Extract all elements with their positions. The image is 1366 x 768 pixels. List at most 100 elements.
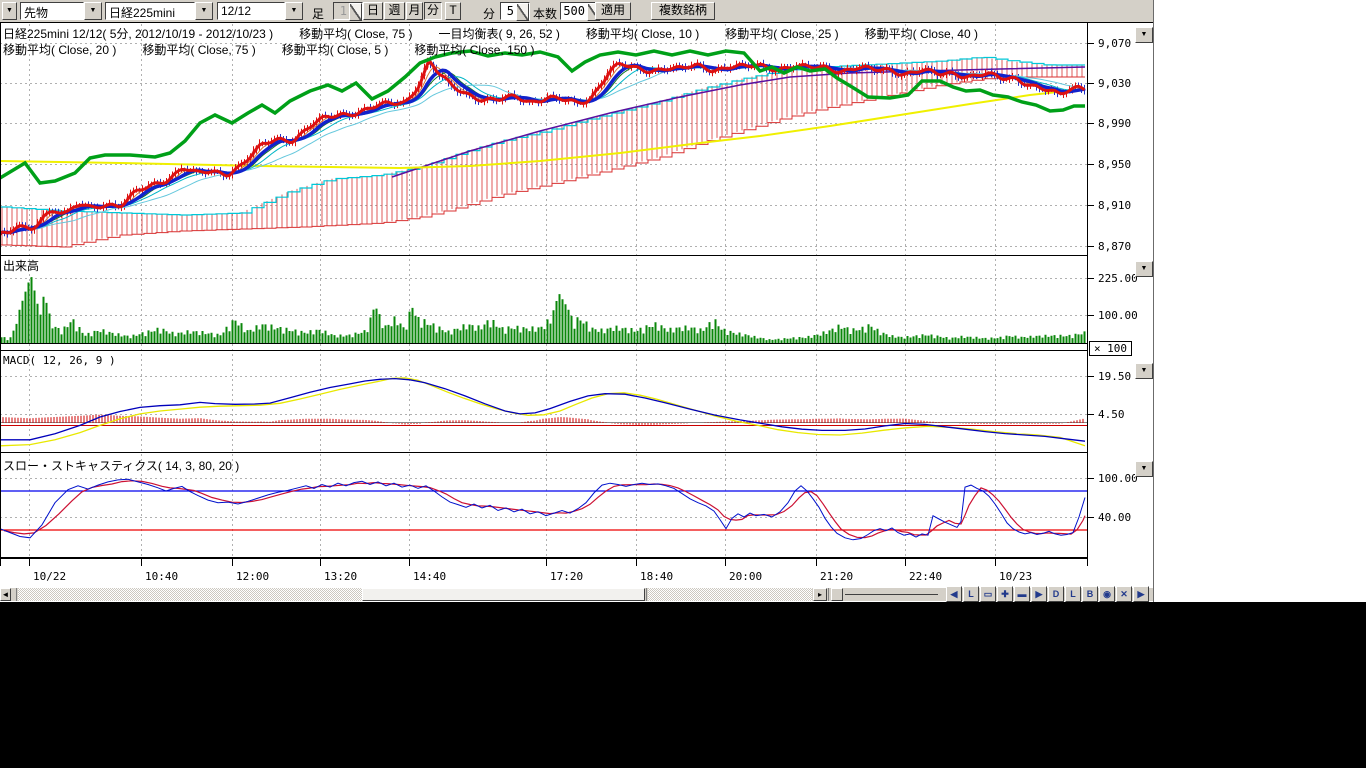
minutes-value: 5: [501, 3, 516, 19]
y-axis-label: 40.00: [1098, 511, 1131, 524]
legend-item: 日経225mini 12/12( 5分, 2012/10/19 - 2012/1…: [3, 25, 273, 42]
indicator-legend-row2: 移動平均( Close, 20 ) 移動平均( Close, 75 ) 移動平均( …: [3, 41, 534, 58]
chevron-down-icon[interactable]: ▼: [195, 2, 213, 20]
chart-tool-button[interactable]: ▭: [980, 586, 996, 602]
zoom-slider-handle[interactable]: [831, 588, 843, 601]
market-select-value: 先物: [20, 2, 84, 20]
divider: [16, 588, 17, 601]
chart-tool-button[interactable]: ▶: [1133, 586, 1149, 602]
bar-count-label: 本数: [533, 2, 557, 20]
spinner-icon[interactable]: [349, 3, 362, 21]
scrollbar-thumb[interactable]: [362, 588, 645, 601]
scroll-right-button[interactable]: ▸: [813, 588, 827, 601]
scrollbar-track-left[interactable]: [18, 588, 362, 601]
x-axis-label: 18:40: [640, 570, 673, 583]
apply-button[interactable]: 適用: [595, 2, 631, 20]
x-axis-label: 10/23: [999, 570, 1032, 583]
toolbar-menu-button[interactable]: ▼: [2, 2, 17, 20]
divider: [828, 588, 829, 601]
pane-collapse-button[interactable]: ▼: [1135, 261, 1153, 277]
y-axis-label: 225.00: [1098, 272, 1138, 285]
legend-item: 移動平均( Close, 75 ): [299, 25, 412, 42]
period-button-分[interactable]: 分: [424, 2, 442, 20]
minutes-stepper[interactable]: 5: [500, 2, 530, 20]
legend-item: 移動平均( Close, 75 ): [142, 41, 255, 58]
legend-item: 移動平均( Close, 10 ): [586, 25, 699, 42]
legend-item: 移動平均( Close, 25 ): [725, 25, 838, 42]
chevron-down-icon[interactable]: ▼: [285, 2, 303, 20]
x-axis-label: 20:00: [729, 570, 762, 583]
bar-interval-value: 1: [334, 3, 349, 19]
spinner-icon[interactable]: [516, 3, 529, 21]
bar-interval-label: 足: [312, 2, 324, 20]
market-select[interactable]: 先物 ▼: [20, 2, 102, 20]
period-button-T[interactable]: T: [445, 2, 461, 20]
chart-tool-button[interactable]: L: [963, 586, 979, 602]
scroll-left-button[interactable]: ◄: [0, 588, 11, 601]
volume-multiplier-badge: × 100: [1089, 341, 1132, 356]
bar-count-value: 500: [561, 3, 587, 19]
y-axis-label: 100.00: [1098, 472, 1138, 485]
chart-tool-button[interactable]: ✚: [997, 586, 1013, 602]
toolbar: ▼ 先物 ▼ 日経225mini ▼ 12/12 ▼ 足 1 日週月分T 分 5…: [0, 0, 1153, 23]
bottom-scrollbar-strip: ◄ ▸ ◀L▭✚▬▶DLB◉✕▶: [0, 588, 1153, 601]
x-axis-label: 10:40: [145, 570, 178, 583]
legend-item: 移動平均( Close, 40 ): [865, 25, 978, 42]
y-axis-label: 8,870: [1098, 240, 1131, 253]
desktop-background: [1154, 0, 1366, 602]
period-button-週[interactable]: 週: [384, 2, 405, 20]
y-axis-label: 9,070: [1098, 37, 1131, 50]
zoom-slider-groove[interactable]: [845, 594, 938, 595]
y-axis-label: 19.50: [1098, 370, 1131, 383]
y-axis-label: 8,910: [1098, 199, 1131, 212]
pane-collapse-button[interactable]: ▼: [1135, 363, 1153, 379]
y-axis-label: 9,030: [1098, 77, 1131, 90]
legend-item: 移動平均( Close, 5 ): [282, 41, 389, 58]
minutes-label: 分: [483, 2, 495, 20]
x-axis-label: 10/22: [33, 570, 66, 583]
chart-tool-button[interactable]: B: [1082, 586, 1098, 602]
legend-item: 移動平均( Close, 150 ): [414, 41, 534, 58]
chart-tool-button-row: ◀L▭✚▬▶DLB◉✕▶: [946, 586, 1150, 602]
symbol-select[interactable]: 日経225mini ▼: [105, 2, 213, 20]
chart-area: 9,070 9,030 8,990 8,950 8,910 8,870 225.00 100.…: [0, 23, 1153, 602]
indicator-legend-row1: 日経225mini 12/12( 5分, 2012/10/19 - 2012/1…: [3, 25, 978, 42]
chart-application-window: ▼ 先物 ▼ 日経225mini ▼ 12/12 ▼ 足 1 日週月分T 分 5…: [0, 0, 1154, 602]
chevron-down-icon[interactable]: ▼: [84, 2, 102, 20]
pane-collapse-button[interactable]: ▼: [1135, 27, 1153, 43]
chart-tool-button[interactable]: ◀: [946, 586, 962, 602]
x-axis-label: 12:00: [236, 570, 269, 583]
x-axis-label: 22:40: [909, 570, 942, 583]
macd-pane-label: MACD( 12, 26, 9 ): [3, 354, 116, 367]
x-axis-label: 13:20: [324, 570, 357, 583]
volume-pane-label: 出来高: [3, 257, 39, 274]
chart-tool-button[interactable]: ✕: [1116, 586, 1132, 602]
y-axis-label: 8,990: [1098, 117, 1131, 130]
screen: { "toolbar": { "menu_arrow": "▼", "combo…: [0, 0, 1366, 768]
pane-collapse-button[interactable]: ▼: [1135, 461, 1153, 477]
chart-tool-button[interactable]: ▶: [1031, 586, 1047, 602]
scrollbar-track-right[interactable]: [648, 588, 812, 601]
chart-tool-button[interactable]: ◉: [1099, 586, 1115, 602]
period-button-月[interactable]: 月: [406, 2, 423, 20]
stochastics-pane-label: スロー・ストキャスティクス( 14, 3, 80, 20 ): [3, 457, 239, 474]
divider: [646, 588, 647, 601]
contract-date-value: 12/12: [217, 2, 285, 20]
chart-tool-button[interactable]: D: [1048, 586, 1064, 602]
symbol-select-value: 日経225mini: [105, 2, 195, 20]
bar-interval-stepper[interactable]: 1: [333, 2, 363, 20]
legend-item: 移動平均( Close, 20 ): [3, 41, 116, 58]
y-axis-label: 8,950: [1098, 158, 1131, 171]
x-axis-label: 17:20: [550, 570, 583, 583]
chart-tool-button[interactable]: ▬: [1014, 586, 1030, 602]
chart-tool-button[interactable]: L: [1065, 586, 1081, 602]
legend-item: 一目均衡表( 9, 26, 52 ): [439, 25, 560, 42]
period-button-日[interactable]: 日: [363, 2, 383, 20]
x-axis-label: 21:20: [820, 570, 853, 583]
chart-plot[interactable]: 9,070 9,030 8,990 8,950 8,910 8,870 225.00 100.…: [0, 23, 1153, 602]
y-axis-label: 4.50: [1098, 408, 1125, 421]
contract-date-select[interactable]: 12/12 ▼: [217, 2, 303, 20]
multi-symbol-button[interactable]: 複数銘柄: [651, 2, 715, 20]
x-axis-label: 14:40: [413, 570, 446, 583]
y-axis-label: 100.00: [1098, 309, 1138, 322]
